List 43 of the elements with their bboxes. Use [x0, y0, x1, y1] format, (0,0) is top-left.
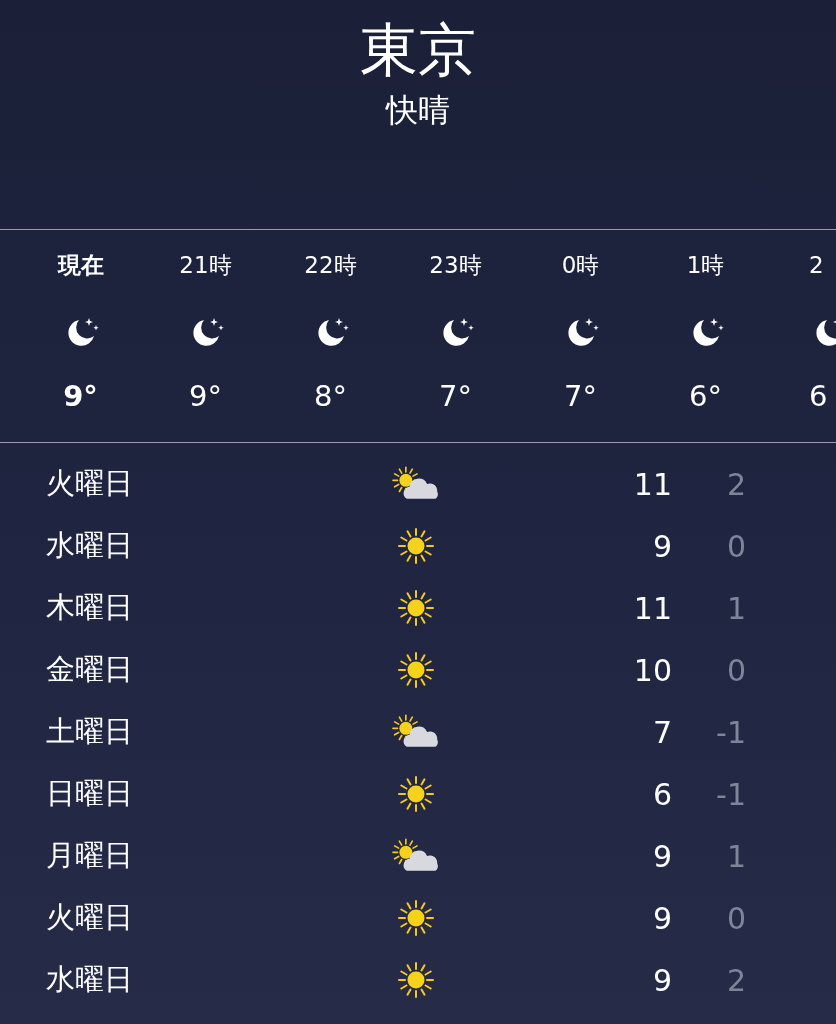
low-temperature: 0	[725, 651, 746, 690]
day-name: 日曜日	[46, 775, 134, 813]
hour-label: 23時	[429, 251, 482, 280]
day-name: 火曜日	[46, 899, 134, 937]
high-temperature: 7	[651, 713, 672, 752]
hour-temperature: 6	[809, 378, 828, 414]
high-temperature: 6	[651, 775, 672, 814]
hour-label: 現在	[57, 251, 104, 280]
hour-temperature: 9°	[189, 378, 222, 414]
hour-temperature: 6°	[689, 378, 722, 414]
high-temperature: 9	[651, 899, 672, 938]
low-temperature: 0	[725, 527, 746, 566]
hour-temperature: 8°	[314, 378, 347, 414]
day-name: 木曜日	[46, 589, 134, 627]
day-name: 月曜日	[46, 837, 134, 875]
low-temperature: 1	[725, 589, 746, 628]
hour-temperature: 7°	[439, 378, 472, 414]
day-name: 水曜日	[46, 527, 134, 565]
city-name: 東京	[360, 15, 476, 86]
low-temperature: 0	[725, 899, 746, 938]
low-temperature: -1	[715, 775, 746, 814]
high-temperature: 11	[632, 589, 672, 628]
day-name: 土曜日	[46, 713, 134, 751]
day-name: 水曜日	[46, 961, 134, 999]
low-temperature: 2	[725, 961, 746, 1000]
day-name: 火曜日	[46, 465, 134, 503]
day-name: 金曜日	[46, 651, 134, 689]
hour-label: 21時	[179, 251, 232, 280]
weather-condition: 快晴	[386, 90, 450, 131]
low-temperature: 1	[725, 837, 746, 876]
high-temperature: 9	[651, 961, 672, 1000]
low-temperature: -1	[715, 713, 746, 752]
hour-label: 1時	[686, 251, 725, 280]
hour-label: 2	[809, 251, 824, 280]
low-temperature: 2	[725, 465, 746, 504]
hour-temperature: 9°	[63, 378, 98, 414]
high-temperature: 11	[632, 465, 672, 504]
high-temperature: 10	[632, 651, 672, 690]
hour-label: 22時	[304, 251, 357, 280]
hour-label: 0時	[561, 251, 600, 280]
high-temperature: 9	[651, 837, 672, 876]
high-temperature: 9	[651, 527, 672, 566]
hour-temperature: 7°	[564, 378, 597, 414]
